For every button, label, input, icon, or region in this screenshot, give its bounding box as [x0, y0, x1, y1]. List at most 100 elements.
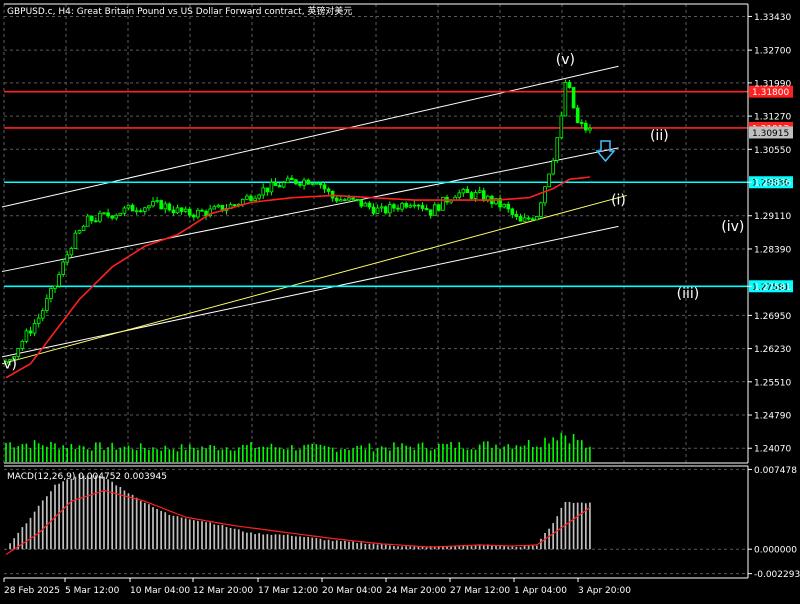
- time-tick-label: 12 Mar 20:00: [193, 586, 253, 596]
- candle-body: [535, 216, 539, 221]
- candle-body: [392, 204, 396, 209]
- candle-body: [32, 323, 37, 334]
- candle-body: [183, 208, 188, 212]
- candle-body: [510, 208, 515, 215]
- wave-label: (ii): [650, 128, 669, 144]
- candle-body: [334, 197, 339, 202]
- candle-body: [363, 202, 368, 207]
- time-tick-label: 28 Feb 2025: [4, 586, 60, 596]
- candle-body: [98, 212, 102, 222]
- candle-body: [355, 198, 359, 201]
- candle-body: [175, 207, 180, 214]
- candle-body: [559, 115, 564, 139]
- candle-body: [437, 204, 441, 211]
- candle-body: [326, 188, 331, 192]
- candle-body: [388, 204, 392, 214]
- chart-window[interactable]: 1.318001.310131.309151.298361.27581 (v)(…: [0, 0, 800, 600]
- candle-body: [143, 207, 147, 212]
- time-tick-label: 24 Mar 20:00: [386, 586, 446, 596]
- price-tick-label: 1.29836: [754, 179, 791, 189]
- candle-body: [94, 220, 98, 223]
- price-tick-label: 1.24790: [754, 412, 791, 422]
- time-tick-label: 10 Mar 04:00: [130, 586, 190, 596]
- candle-body: [73, 232, 78, 249]
- level-price-label: 1.31800: [752, 88, 789, 98]
- candle-body: [347, 197, 351, 201]
- candle-body: [575, 107, 580, 123]
- candle-body: [28, 330, 33, 334]
- candle-body: [551, 159, 555, 175]
- candle-body: [322, 184, 327, 190]
- candle-body: [457, 192, 462, 198]
- candle-body: [514, 214, 519, 217]
- candle-body: [563, 82, 568, 117]
- wave-label: (iv): [721, 219, 744, 235]
- candle-body: [310, 182, 315, 185]
- time-tick-label: 20 Mar 04:00: [322, 586, 382, 596]
- candle-body: [77, 230, 82, 234]
- candle-body: [379, 206, 384, 209]
- candle-body: [57, 274, 61, 287]
- price-tick-label: 1.32700: [754, 47, 791, 57]
- candle-body: [36, 317, 41, 324]
- candle-body: [571, 87, 576, 109]
- candle-body: [171, 209, 176, 214]
- candle-body: [245, 195, 249, 200]
- wave-label: v): [3, 356, 17, 372]
- macd-tick-label: 0.007478: [754, 466, 797, 476]
- candle-body: [40, 310, 45, 319]
- candle-body: [400, 203, 404, 210]
- candle-body: [212, 206, 217, 210]
- wave-label: (v): [556, 52, 575, 68]
- candle-body: [65, 254, 70, 263]
- price-chart[interactable]: 1.318001.310131.309151.298361.27581 (v)(…: [0, 0, 800, 600]
- candle-body: [102, 212, 106, 215]
- candle-body: [196, 209, 200, 218]
- candle-body: [412, 204, 417, 207]
- candle-body: [249, 195, 253, 201]
- candle-body: [187, 208, 192, 216]
- candle-body: [530, 218, 535, 221]
- candle-body: [408, 205, 413, 208]
- candle-body: [416, 204, 421, 207]
- candle-body: [506, 203, 511, 210]
- candle-body: [302, 179, 306, 186]
- candle-body: [502, 203, 506, 208]
- candle-body: [241, 198, 245, 205]
- candle-body: [375, 207, 380, 214]
- time-tick-label: 5 Mar 12:00: [65, 586, 120, 596]
- candle-body: [200, 209, 204, 212]
- candle-body: [16, 348, 21, 357]
- candle-body: [134, 210, 139, 213]
- candle-body: [306, 179, 310, 185]
- candle-body: [465, 188, 470, 194]
- price-tick-label: 1.24070: [754, 445, 791, 455]
- macd-tick-label: -0.002293: [754, 570, 800, 580]
- candle-body: [69, 248, 74, 256]
- candle-body: [24, 330, 29, 342]
- candle-body: [351, 197, 355, 200]
- candle-body: [526, 217, 531, 220]
- candle-body: [567, 82, 572, 88]
- candle-body: [122, 207, 127, 214]
- candle-body: [261, 187, 266, 196]
- candle-body: [163, 203, 168, 210]
- candle-body: [126, 204, 131, 209]
- candle-body: [539, 202, 543, 217]
- candle-body: [257, 194, 261, 199]
- candle-body: [404, 203, 408, 208]
- candle-body: [314, 182, 319, 185]
- candle-body: [281, 182, 286, 188]
- time-tick-label: 1 Apr 04:00: [514, 586, 567, 596]
- candle-body: [481, 190, 486, 202]
- candle-body: [159, 200, 163, 210]
- candle-body: [473, 192, 478, 199]
- candle-body: [232, 204, 237, 207]
- price-tick-label: 1.30550: [754, 146, 791, 156]
- candle-body: [216, 204, 221, 208]
- candle-body: [118, 212, 123, 216]
- candle-body: [151, 201, 155, 207]
- candle-body: [432, 204, 437, 216]
- candle-body: [339, 199, 343, 202]
- candle-body: [588, 127, 592, 131]
